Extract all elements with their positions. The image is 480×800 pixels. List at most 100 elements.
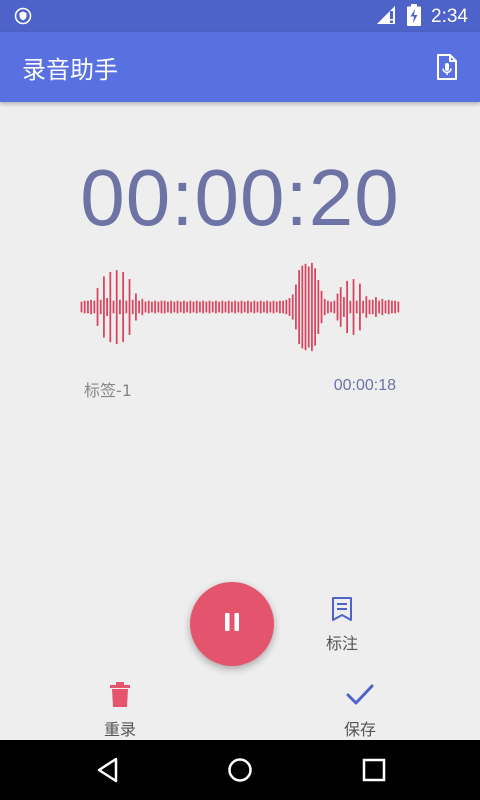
waveform-bar — [391, 300, 393, 314]
mark-button[interactable]: 标注 — [312, 596, 372, 653]
waveform-bar — [125, 300, 128, 314]
signal-icon — [375, 4, 397, 30]
waveform-bar — [106, 298, 108, 316]
waveform-bar — [87, 300, 89, 314]
waveform-bar — [327, 300, 329, 314]
waveform-bar — [349, 300, 352, 314]
waveform-bar — [320, 290, 323, 324]
waveform-bar — [371, 299, 374, 315]
waveform-bar — [144, 301, 147, 313]
waveform-bar — [131, 299, 134, 315]
waveform-bar — [138, 300, 140, 314]
waveform-bar — [330, 301, 332, 313]
waveform-bar — [93, 300, 96, 314]
waveform-bar — [157, 301, 160, 313]
waveform-bar — [368, 299, 371, 315]
bookmark-icon — [330, 597, 354, 626]
waveform-bar — [183, 300, 185, 314]
waveform-bar — [266, 300, 268, 314]
rerecord-label: 重录 — [103, 720, 136, 739]
save-label: 保存 — [343, 720, 376, 739]
save-button[interactable]: 保存 — [320, 682, 400, 740]
waveform-bar — [195, 300, 198, 314]
waveform-bar — [384, 300, 387, 314]
waveform-bar — [285, 299, 288, 315]
waveform-bar — [346, 280, 348, 334]
waveform-bar — [224, 301, 227, 313]
waveform-bar — [176, 300, 179, 314]
waveform-bar — [167, 301, 169, 313]
waveform-bar — [343, 297, 345, 317]
waveform-bar — [160, 300, 163, 314]
waveform-bar — [96, 288, 99, 326]
waveform-bar — [211, 301, 214, 313]
waveform-bar — [80, 301, 83, 313]
waveform-bar — [103, 276, 105, 338]
waveform-bar — [163, 300, 166, 314]
waveform-bar — [295, 284, 297, 330]
elapsed-timer: 00:00:20 — [80, 153, 400, 242]
waveform-bar — [381, 298, 384, 316]
waveform-bar — [304, 263, 307, 351]
waveform-bar — [109, 271, 112, 343]
waveform-bar — [83, 300, 86, 314]
waveform-bar — [253, 300, 256, 314]
waveform-bar — [317, 280, 320, 334]
waveform-bar — [128, 279, 131, 335]
screen: 2:34 录音助手 00:00:20 标签-1 00:00:18 标注 重录 保… — [0, 0, 480, 800]
battery-charging-icon — [407, 4, 422, 30]
rerecord-button[interactable]: 重录 — [80, 682, 160, 740]
back-icon[interactable] — [94, 756, 122, 784]
waveform-bar — [234, 300, 236, 314]
waveform-bar — [256, 301, 259, 313]
waveform-bar — [275, 301, 278, 313]
waveform-bar — [208, 300, 211, 314]
waveform-bar — [243, 301, 246, 313]
waveform-bar — [221, 300, 224, 314]
trash-icon — [109, 682, 131, 712]
waveform-bar — [231, 301, 233, 313]
mark-label[interactable]: 标签-1 — [84, 377, 132, 401]
waveform-bar — [259, 300, 262, 314]
mark-button-label: 标注 — [325, 634, 358, 653]
waveform-bar — [135, 293, 137, 321]
waveform-bar — [355, 300, 358, 314]
waveform-bar — [323, 298, 326, 316]
waveform-bar — [199, 301, 201, 313]
waveform — [80, 262, 400, 352]
waveform-bar — [375, 297, 377, 317]
waveform-bar — [362, 300, 364, 314]
waveform-bar — [387, 299, 390, 315]
pause-icon — [223, 612, 241, 636]
pause-button[interactable] — [190, 582, 274, 666]
waveform-bar — [192, 301, 195, 313]
waveform-bar — [119, 299, 121, 315]
waveform-bar — [307, 266, 310, 348]
status-clock: 2:34 — [431, 6, 468, 27]
mark-time: 00:00:18 — [333, 377, 396, 394]
recents-icon[interactable] — [360, 756, 388, 784]
waveform-bar — [179, 301, 182, 313]
waveform-bar — [154, 300, 156, 314]
waveform-bar — [237, 301, 240, 313]
waveform-bar — [247, 300, 249, 314]
waveform-bar — [282, 300, 284, 314]
home-icon[interactable] — [226, 756, 254, 784]
waveform-bar — [365, 296, 368, 318]
waveform-bar — [189, 300, 192, 314]
app-title: 录音助手 — [22, 56, 118, 84]
waveform-bar — [359, 283, 361, 331]
waveform-bar — [333, 300, 336, 314]
waveform-bar — [205, 301, 208, 313]
waveform-bar — [227, 300, 230, 314]
waveform-bar — [291, 294, 294, 320]
status-bar: 2:34 — [0, 0, 480, 32]
waveform-bar — [147, 300, 150, 314]
waveform-bar — [394, 300, 396, 314]
waveform-bar — [115, 270, 118, 344]
recording-file-icon[interactable] — [432, 52, 462, 82]
shield-icon — [14, 7, 32, 29]
waveform-bar — [173, 301, 176, 313]
waveform-bar — [218, 301, 220, 313]
waveform-bar — [141, 298, 144, 316]
